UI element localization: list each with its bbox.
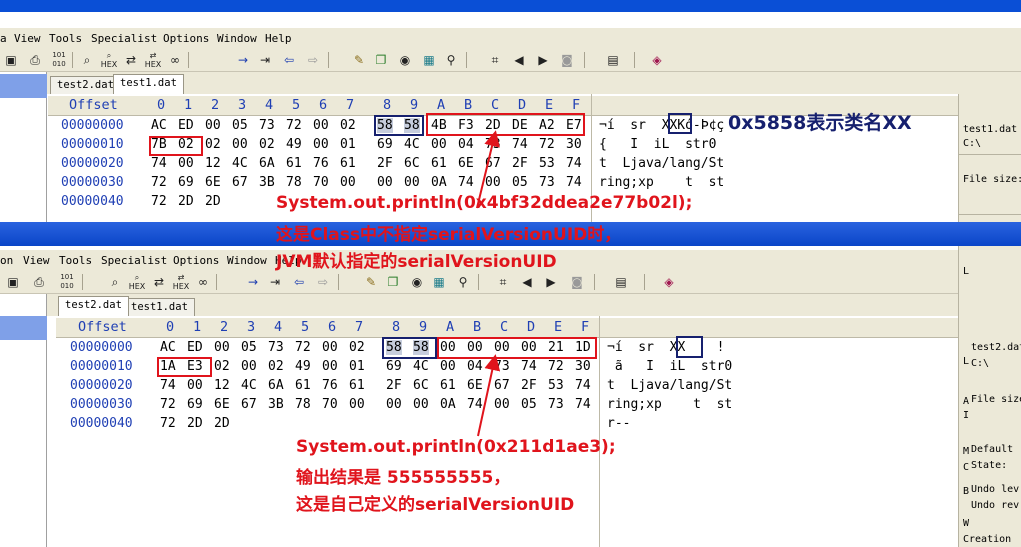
- class-name-note: 0x5858表示类名XX: [728, 112, 912, 134]
- top-annotation-line1: System.out.println(0x4bf32ddea2e77b02l);: [276, 193, 693, 213]
- arrow-bottom: [477, 354, 501, 437]
- bottom-annotation-line3: 这是自己定义的serialVersionUID: [296, 495, 575, 515]
- bottom-annotation-line1: System.out.println(0x211d1ae3);: [296, 437, 616, 457]
- top-annotation-line2: 这是Class中不指定serialVersionUID时，: [276, 225, 622, 245]
- tab-test2[interactable]: test2.dat: [58, 296, 129, 316]
- tab-test1[interactable]: test1.dat: [113, 74, 184, 94]
- top-annotation-line3: JVM默认指定的serialVersionUID: [276, 252, 557, 272]
- bottom-annotation-line2: 输出结果是 555555555，: [296, 468, 511, 488]
